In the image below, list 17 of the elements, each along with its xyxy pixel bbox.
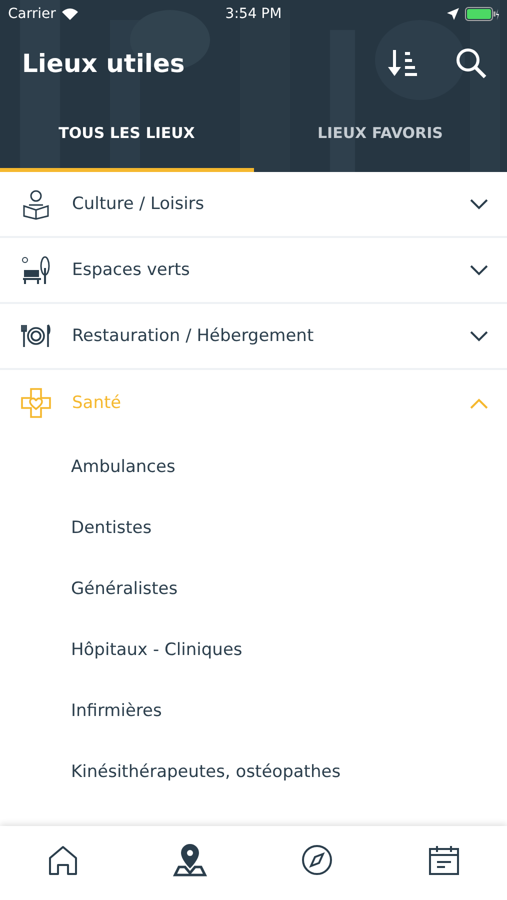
category-label: Culture / Loisirs [72, 194, 206, 214]
bench-tree-icon [20, 254, 52, 286]
category-label: Espaces verts [72, 260, 191, 280]
wifi-icon [62, 8, 78, 20]
search-icon [455, 47, 487, 79]
tab[interactable]: LIEUX FAVORIS [254, 98, 507, 172]
sort-button[interactable] [387, 47, 419, 79]
sort-icon [387, 47, 419, 79]
medical-cross-icon [20, 387, 52, 419]
category-label: Restauration / Hébergement [72, 326, 315, 346]
location-arrow-icon [447, 8, 460, 20]
search-button[interactable] [455, 47, 487, 79]
battery-icon [465, 7, 500, 21]
status-time: 3:54 PM [225, 6, 282, 22]
carrier-label: Carrier [8, 6, 56, 22]
page-title: Lieux utiles [22, 48, 186, 78]
category-label: Santé [72, 393, 122, 413]
